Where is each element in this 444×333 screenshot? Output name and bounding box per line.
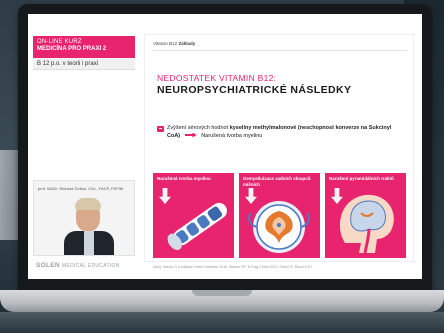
laptop-lid-notch bbox=[192, 290, 252, 296]
card-title: Demyelinizace zadních sloupců míšních bbox=[243, 176, 311, 187]
desk-surface bbox=[0, 312, 444, 333]
bullet-text-result: Narušená tvorba myelinu bbox=[201, 132, 263, 139]
speaker-shirt bbox=[84, 231, 94, 255]
solen-logo: SOLEN MEDICAL EDUCATION bbox=[36, 262, 136, 272]
course-type-label: ON-LINE KURZ bbox=[37, 39, 82, 45]
illustration-card-pyramidal-tract: Narušení pyramidálních traktů bbox=[325, 173, 406, 258]
laptop-screen: ON-LINE KURZ MEDICÍNA PRO PRAXI 2 B 12 p… bbox=[28, 14, 422, 279]
logo-sub-text: MEDICAL EDUCATION bbox=[62, 263, 120, 269]
course-title-box[interactable]: ON-LINE KURZ MEDICÍNA PRO PRAXI 2 bbox=[33, 36, 135, 58]
slide-subtitle: NEUROPSYCHIATRICKÉ NÁSLEDKY bbox=[157, 84, 352, 96]
slide-header-topic: Vitamin B12 bbox=[153, 41, 178, 46]
bullet-point: Zvýšení sérových hodnot kyseliny methylm… bbox=[167, 125, 403, 140]
speaker-video[interactable]: prof. MUDr. Richard Češka, CSc., FACP, F… bbox=[33, 180, 135, 256]
arrow-right-icon bbox=[184, 132, 197, 138]
speaker-name: prof. MUDr. Richard Češka, CSc., FACP, F… bbox=[38, 186, 124, 191]
illustration-card-myelin: Narušená tvorba myelinu bbox=[153, 173, 234, 258]
logo-main-text: SOLEN bbox=[36, 262, 60, 269]
brain-illustration bbox=[339, 194, 394, 254]
slide-divider bbox=[153, 50, 407, 51]
presentation-slide: Vitamin B12 Základy NEDOSTATEK VITAMIN B… bbox=[144, 34, 414, 269]
slide-header: Vitamin B12 Základy bbox=[153, 41, 195, 46]
slide-header-section: Základy bbox=[178, 41, 196, 46]
course-sidebar: ON-LINE KURZ MEDICÍNA PRO PRAXI 2 B 12 p… bbox=[28, 14, 140, 279]
slide-sources: Zdroj: Herold G a kolektiv; Interní léka… bbox=[153, 265, 314, 269]
card-title: Narušení pyramidálních traktů bbox=[329, 176, 394, 181]
speaker-hair bbox=[75, 198, 101, 210]
bullet-icon bbox=[157, 126, 164, 132]
card-title: Narušená tvorba myelinu bbox=[157, 176, 211, 181]
lecture-title[interactable]: B 12 p.o. v teorii i praxi bbox=[33, 58, 135, 70]
myelin-nerve-illustration bbox=[167, 202, 227, 250]
slide-title: NEDOSTATEK VITAMIN B12: bbox=[157, 73, 277, 83]
bullet-text-intro: Zvýšení sérových hodnot bbox=[167, 125, 229, 131]
illustration-card-spinal-cord: Demyelinizace zadních sloupců míšních bbox=[239, 173, 320, 258]
course-name-label: MEDICÍNA PRO PRAXI 2 bbox=[37, 46, 107, 52]
